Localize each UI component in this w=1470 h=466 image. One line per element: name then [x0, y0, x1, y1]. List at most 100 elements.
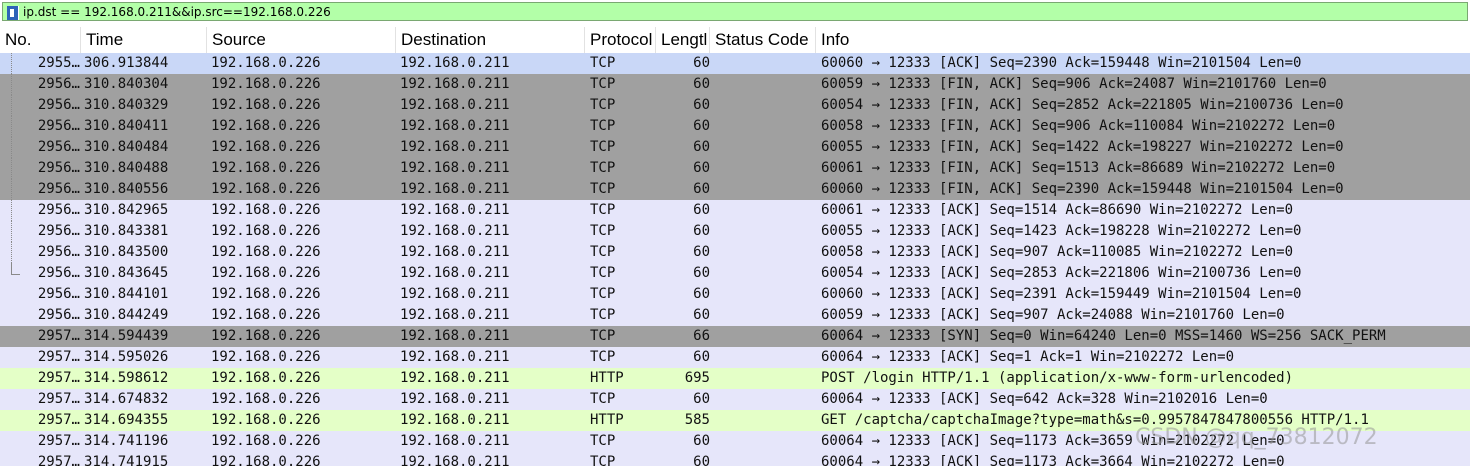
- packet-number: 2956…: [37, 181, 80, 197]
- column-header-time-label: Time: [86, 30, 124, 49]
- packet-protocol: TCP: [590, 349, 616, 365]
- packet-time: 314.598612: [84, 370, 169, 386]
- packet-length: 60: [693, 391, 710, 407]
- packet-source: 192.168.0.226: [211, 328, 321, 344]
- packet-number: 2956…: [37, 307, 80, 323]
- packet-row[interactable]: 2956… 310.843381 192.168.0.226 192.168.0.21…: [0, 221, 1470, 242]
- packet-number: 2957…: [37, 391, 80, 407]
- packet-number: 2957…: [37, 433, 80, 449]
- packet-destination: 192.168.0.211: [400, 76, 510, 92]
- packet-number: 2956…: [37, 160, 80, 176]
- packet-protocol: TCP: [590, 55, 616, 71]
- packet-row[interactable]: 2957… 314.674832 192.168.0.226 192.168.0.21…: [0, 389, 1470, 410]
- packet-length: 60: [693, 181, 710, 197]
- packet-info: 60061 → 12333 [FIN, ACK] Seq=1513 Ack=86…: [821, 160, 1336, 176]
- packet-info: 60061 → 12333 [ACK] Seq=1514 Ack=86690 W…: [821, 202, 1294, 218]
- packet-time: 314.674832: [84, 391, 169, 407]
- packet-length: 60: [693, 244, 710, 260]
- packet-source: 192.168.0.226: [211, 412, 321, 428]
- packet-length: 60: [693, 454, 710, 466]
- packet-row[interactable]: 2956… 310.840411 192.168.0.226 192.168.0.21…: [0, 116, 1470, 137]
- packet-time: 310.840488: [84, 160, 169, 176]
- packet-time: 310.840329: [84, 97, 169, 113]
- packet-row[interactable]: 2956… 310.842965 192.168.0.226 192.168.0.21…: [0, 200, 1470, 221]
- packet-destination: 192.168.0.211: [400, 160, 510, 176]
- packet-time: 306.913844: [84, 55, 169, 71]
- column-header-info[interactable]: Info: [816, 27, 1470, 53]
- packet-list: 2955… 306.913844 192.168.0.226 192.168.0.21…: [0, 53, 1470, 466]
- packet-length: 60: [693, 265, 710, 281]
- packet-number: 2956…: [37, 202, 80, 218]
- packet-row[interactable]: 2957… 314.741196 192.168.0.226 192.168.0.21…: [0, 431, 1470, 452]
- packet-number: 2956…: [37, 265, 80, 281]
- packet-row[interactable]: 2957… 314.595026 192.168.0.226 192.168.0.21…: [0, 347, 1470, 368]
- packet-protocol: TCP: [590, 139, 616, 155]
- bookmark-icon[interactable]: [7, 6, 19, 20]
- packet-protocol: TCP: [590, 391, 616, 407]
- packet-time: 314.594439: [84, 328, 169, 344]
- packet-protocol: TCP: [590, 328, 616, 344]
- column-header-source[interactable]: Source: [207, 27, 396, 53]
- packet-destination: 192.168.0.211: [400, 223, 510, 239]
- packet-destination: 192.168.0.211: [400, 55, 510, 71]
- packet-row[interactable]: 2957… 314.741915 192.168.0.226 192.168.0.21…: [0, 452, 1470, 466]
- packet-length: 60: [693, 433, 710, 449]
- packet-source: 192.168.0.226: [211, 97, 321, 113]
- packet-length: 60: [693, 349, 710, 365]
- packet-row[interactable]: 2957… 314.594439 192.168.0.226 192.168.0.21…: [0, 326, 1470, 347]
- packet-list-header: No. Time ˄ Source Destination Protocol L…: [0, 27, 1470, 54]
- packet-time: 310.843381: [84, 223, 169, 239]
- column-header-protocol[interactable]: Protocol: [585, 27, 656, 53]
- packet-destination: 192.168.0.211: [400, 181, 510, 197]
- packet-destination: 192.168.0.211: [400, 433, 510, 449]
- packet-time: 310.844249: [84, 307, 169, 323]
- packet-destination: 192.168.0.211: [400, 349, 510, 365]
- packet-source: 192.168.0.226: [211, 181, 321, 197]
- column-header-no[interactable]: No.: [0, 27, 81, 53]
- packet-info: 60064 → 12333 [ACK] Seq=1173 Ack=3659 Wi…: [821, 433, 1285, 449]
- packet-length: 60: [693, 55, 710, 71]
- packet-row[interactable]: 2957… 314.598612 192.168.0.226 192.168.0.21…: [0, 368, 1470, 389]
- packet-row[interactable]: 2955… 306.913844 192.168.0.226 192.168.0.21…: [0, 53, 1470, 74]
- packet-time: 314.741196: [84, 433, 169, 449]
- packet-row[interactable]: 2956… 310.843500 192.168.0.226 192.168.0.21…: [0, 242, 1470, 263]
- packet-source: 192.168.0.226: [211, 265, 321, 281]
- packet-source: 192.168.0.226: [211, 202, 321, 218]
- packet-number: 2956…: [37, 76, 80, 92]
- packet-row[interactable]: 2956… 310.840556 192.168.0.226 192.168.0.21…: [0, 179, 1470, 200]
- packet-row[interactable]: 2956… 310.843645 192.168.0.226 192.168.0.21…: [0, 263, 1470, 284]
- packet-source: 192.168.0.226: [211, 223, 321, 239]
- packet-row[interactable]: 2956… 310.844101 192.168.0.226 192.168.0.21…: [0, 284, 1470, 305]
- display-filter-input[interactable]: ip.dst == 192.168.0.211&&ip.src==192.168…: [2, 2, 1468, 21]
- column-header-length[interactable]: Lengtl: [656, 27, 710, 53]
- packet-protocol: TCP: [590, 286, 616, 302]
- packet-source: 192.168.0.226: [211, 76, 321, 92]
- packet-destination: 192.168.0.211: [400, 391, 510, 407]
- packet-destination: 192.168.0.211: [400, 412, 510, 428]
- packet-length: 60: [693, 286, 710, 302]
- packet-destination: 192.168.0.211: [400, 286, 510, 302]
- packet-row[interactable]: 2956… 310.840488 192.168.0.226 192.168.0.21…: [0, 158, 1470, 179]
- column-header-time[interactable]: Time ˄: [81, 27, 207, 53]
- packet-row[interactable]: 2956… 310.844249 192.168.0.226 192.168.0.21…: [0, 305, 1470, 326]
- packet-source: 192.168.0.226: [211, 160, 321, 176]
- packet-row[interactable]: 2956… 310.840484 192.168.0.226 192.168.0.21…: [0, 137, 1470, 158]
- packet-info: 60058 → 12333 [FIN, ACK] Seq=906 Ack=110…: [821, 118, 1336, 134]
- packet-info: 60064 → 12333 [SYN] Seq=0 Win=64240 Len=…: [821, 328, 1386, 344]
- packet-info: 60054 → 12333 [ACK] Seq=2853 Ack=221806 …: [821, 265, 1302, 281]
- packet-info: 60054 → 12333 [FIN, ACK] Seq=2852 Ack=22…: [821, 97, 1344, 113]
- packet-destination: 192.168.0.211: [400, 370, 510, 386]
- packet-info: 60059 → 12333 [FIN, ACK] Seq=906 Ack=240…: [821, 76, 1327, 92]
- display-filter-text: ip.dst == 192.168.0.211&&ip.src==192.168…: [23, 5, 331, 19]
- packet-time: 310.843500: [84, 244, 169, 260]
- packet-destination: 192.168.0.211: [400, 202, 510, 218]
- packet-row[interactable]: 2956… 310.840304 192.168.0.226 192.168.0.21…: [0, 74, 1470, 95]
- column-header-status-code[interactable]: Status Code: [710, 27, 816, 53]
- packet-protocol: TCP: [590, 97, 616, 113]
- column-header-destination[interactable]: Destination: [396, 27, 585, 53]
- packet-protocol: TCP: [590, 244, 616, 260]
- packet-row[interactable]: 2957… 314.694355 192.168.0.226 192.168.0.21…: [0, 410, 1470, 431]
- packet-row[interactable]: 2956… 310.840329 192.168.0.226 192.168.0.21…: [0, 95, 1470, 116]
- packet-source: 192.168.0.226: [211, 55, 321, 71]
- packet-info: 60060 → 12333 [ACK] Seq=2390 Ack=159448 …: [821, 55, 1302, 71]
